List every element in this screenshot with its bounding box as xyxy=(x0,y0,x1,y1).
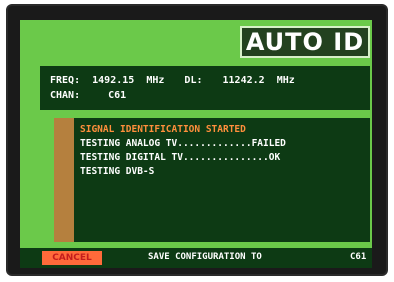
signal-info-box: FREQ: 1492.15 MHz DL: 11242.2 MHz CHAN: … xyxy=(40,66,370,110)
device-screen: AUTO ID FREQ: 1492.15 MHz DL: 11242.2 MH… xyxy=(8,6,386,274)
chan-value: C61 xyxy=(108,90,127,101)
save-configuration-label[interactable]: SAVE CONFIGURATION TO xyxy=(148,252,262,262)
freq-label: FREQ: xyxy=(50,75,81,86)
dl-value: 11242.2 xyxy=(222,75,265,86)
cancel-button[interactable]: CANCEL xyxy=(42,251,102,265)
log-line-analog: TESTING ANALOG TV.............FAILED xyxy=(80,138,286,149)
device-bezel: AUTO ID FREQ: 1492.15 MHz DL: 11242.2 MH… xyxy=(0,0,394,282)
freq-unit: MHz xyxy=(146,75,165,86)
log-side-bar xyxy=(54,118,74,242)
dl-unit: MHz xyxy=(276,75,295,86)
page-title: AUTO ID xyxy=(240,26,370,58)
channel-row: CHAN: C61 xyxy=(50,90,126,101)
auto-id-panel: AUTO ID FREQ: 1492.15 MHz DL: 11242.2 MH… xyxy=(20,20,372,268)
log-line-dvbs: TESTING DVB-S xyxy=(80,166,155,177)
frequency-row: FREQ: 1492.15 MHz DL: 11242.2 MHz xyxy=(50,75,295,86)
log-line-status: SIGNAL IDENTIFICATION STARTED xyxy=(80,124,246,135)
softkey-bar: CANCEL SAVE CONFIGURATION TO C61 xyxy=(20,248,372,268)
identification-log: SIGNAL IDENTIFICATION STARTED TESTING AN… xyxy=(54,118,370,242)
log-line-digital: TESTING DIGITAL TV...............OK xyxy=(80,152,281,163)
save-channel-value: C61 xyxy=(350,252,367,262)
freq-value: 1492.15 xyxy=(92,75,135,86)
chan-label: CHAN: xyxy=(50,90,81,101)
dl-label: DL: xyxy=(184,75,203,86)
